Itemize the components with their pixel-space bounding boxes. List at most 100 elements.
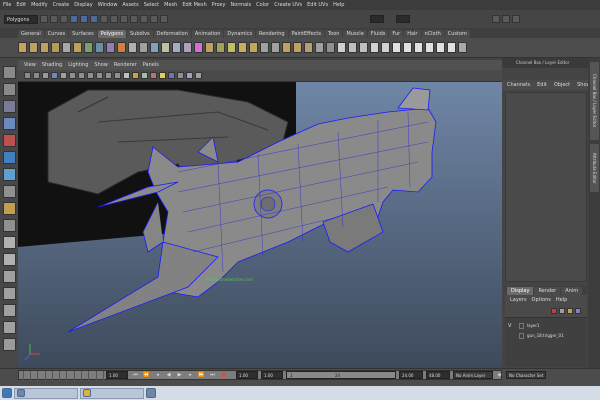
- shelf-tab-animation[interactable]: Animation: [191, 30, 224, 38]
- mirror-icon[interactable]: [150, 42, 159, 53]
- duplicate-face-icon[interactable]: [326, 42, 335, 53]
- playback-start-field[interactable]: 1.00: [261, 371, 283, 379]
- snap-grid-icon[interactable]: [100, 15, 108, 23]
- end-time-field[interactable]: 48.00: [426, 371, 450, 379]
- camera-attributes-icon[interactable]: [33, 72, 40, 79]
- shelf-tab-toon[interactable]: Toon: [324, 30, 343, 38]
- render-settings-icon[interactable]: [160, 15, 168, 23]
- fill-hole-icon[interactable]: [161, 42, 170, 53]
- append-icon[interactable]: [216, 42, 225, 53]
- shelf-tab-fur[interactable]: Fur: [389, 30, 404, 38]
- menu-proxy[interactable]: Proxy: [212, 2, 226, 8]
- outliner-layout-icon[interactable]: [2, 321, 16, 334]
- booleans-icon[interactable]: [117, 42, 126, 53]
- cylindrical-map-icon[interactable]: [359, 42, 368, 53]
- shelf-tab-deformation[interactable]: Deformation: [153, 30, 191, 38]
- single-perspective-layout-icon[interactable]: [2, 236, 16, 249]
- numeric-input-field-2[interactable]: [396, 15, 410, 23]
- ipr-render-icon[interactable]: [150, 15, 158, 23]
- numeric-input-field[interactable]: [370, 15, 384, 23]
- image-plane-icon[interactable]: [51, 72, 58, 79]
- gate-mask-icon[interactable]: [87, 72, 94, 79]
- wedge-icon[interactable]: [304, 42, 313, 53]
- channel-box-side-tab[interactable]: Channel Box / Layer Editor: [590, 62, 599, 140]
- film-gate-icon[interactable]: [69, 72, 76, 79]
- start-time-field[interactable]: 1.00: [236, 371, 258, 379]
- layer-row[interactable]: gun_18:trigger_01: [508, 331, 584, 340]
- channel-box-menu-edit[interactable]: Edit: [537, 82, 547, 88]
- soft-mod-tool-icon[interactable]: [2, 185, 16, 198]
- open-scene-icon[interactable]: [50, 15, 58, 23]
- menu-edit[interactable]: Edit: [16, 2, 26, 8]
- viewport-menu-show[interactable]: Show: [94, 62, 108, 68]
- show-manipulator-icon[interactable]: [2, 202, 16, 215]
- shelf-tab-custom[interactable]: Custom: [444, 30, 470, 38]
- create-empty-layer-icon[interactable]: [559, 308, 565, 314]
- custom-layout-icon[interactable]: [2, 338, 16, 351]
- viewport-menu-shading[interactable]: Shading: [42, 62, 62, 68]
- new-scene-icon[interactable]: [40, 15, 48, 23]
- layer-type-toggle[interactable]: [519, 332, 524, 339]
- checker-icon[interactable]: [392, 42, 401, 53]
- chamfer-icon[interactable]: [282, 42, 291, 53]
- save-scene-icon[interactable]: [60, 15, 68, 23]
- layer-row[interactable]: V layer1: [508, 321, 584, 330]
- shelf-tab-rendering[interactable]: Rendering: [256, 30, 288, 38]
- anim-layer-selector[interactable]: No Anim Layer: [453, 371, 493, 379]
- layer-options-icon[interactable]: [575, 308, 581, 314]
- extract-icon[interactable]: [106, 42, 115, 53]
- step-forward-key-icon[interactable]: ⏩: [198, 372, 205, 379]
- select-hierarchy-icon[interactable]: [70, 15, 78, 23]
- rotate-tool-icon[interactable]: [2, 134, 16, 147]
- go-to-start-icon[interactable]: ⏮: [132, 372, 139, 379]
- attribute-editor-side-tab[interactable]: Attribute Editor: [590, 144, 599, 192]
- safe-title-icon[interactable]: [114, 72, 121, 79]
- menu-help[interactable]: Help: [333, 2, 344, 8]
- camera-select-icon[interactable]: [24, 72, 31, 79]
- select-tool-icon[interactable]: [2, 66, 16, 79]
- xray-joints-icon[interactable]: [195, 72, 202, 79]
- use-all-lights-icon[interactable]: [159, 72, 166, 79]
- menu-create[interactable]: Create: [53, 2, 70, 8]
- poly-plane-icon[interactable]: [62, 42, 71, 53]
- channel-box-menu-channels[interactable]: Channels: [507, 82, 530, 88]
- scale-tool-icon[interactable]: [2, 151, 16, 164]
- snap-curve-icon[interactable]: [110, 15, 118, 23]
- shelf-tab-dynamics[interactable]: Dynamics: [224, 30, 256, 38]
- viewport-menu-panels[interactable]: Panels: [143, 62, 159, 68]
- menu-modify[interactable]: Modify: [31, 2, 48, 8]
- select-component-icon[interactable]: [90, 15, 98, 23]
- automatic-map-icon[interactable]: [381, 42, 390, 53]
- taskbar-task[interactable]: [80, 387, 144, 399]
- four-view-layout-icon[interactable]: [2, 253, 16, 266]
- reduce-icon[interactable]: [139, 42, 148, 53]
- viewport-menu-lighting[interactable]: Lighting: [68, 62, 88, 68]
- create-layer-icon[interactable]: [551, 308, 557, 314]
- shelf-tab-painteffects[interactable]: PaintEffects: [288, 30, 324, 38]
- persp-graph-layout-icon[interactable]: [2, 287, 16, 300]
- layer-from-selected-icon[interactable]: [567, 308, 573, 314]
- soften-edge-icon[interactable]: [458, 42, 467, 53]
- planar-map-icon[interactable]: [348, 42, 357, 53]
- menu-display[interactable]: Display: [74, 2, 92, 8]
- paint-select-tool-icon[interactable]: [2, 100, 16, 113]
- combine-icon[interactable]: [84, 42, 93, 53]
- layer-tab-display[interactable]: Display: [507, 287, 534, 295]
- range-slider[interactable]: 1 24: [286, 371, 396, 379]
- poke-icon[interactable]: [315, 42, 324, 53]
- layer-type-toggle[interactable]: [519, 322, 524, 329]
- shelf-tab-ncloth[interactable]: nCloth: [421, 30, 444, 38]
- wireframe-icon[interactable]: [123, 72, 130, 79]
- menu-assets[interactable]: Assets: [122, 2, 138, 8]
- start-button-icon[interactable]: [2, 388, 12, 398]
- auto-key-icon[interactable]: ⬤: [220, 372, 227, 379]
- resolution-gate-icon[interactable]: [78, 72, 85, 79]
- menu-normals[interactable]: Normals: [230, 2, 251, 8]
- playback-end-field[interactable]: 24.00: [399, 371, 423, 379]
- menu-color[interactable]: Color: [256, 2, 269, 8]
- safe-action-icon[interactable]: [105, 72, 112, 79]
- quadrangulate-icon[interactable]: [183, 42, 192, 53]
- snap-point-icon[interactable]: [120, 15, 128, 23]
- split-icon[interactable]: [227, 42, 236, 53]
- show-attribute-editor-icon[interactable]: [502, 15, 510, 23]
